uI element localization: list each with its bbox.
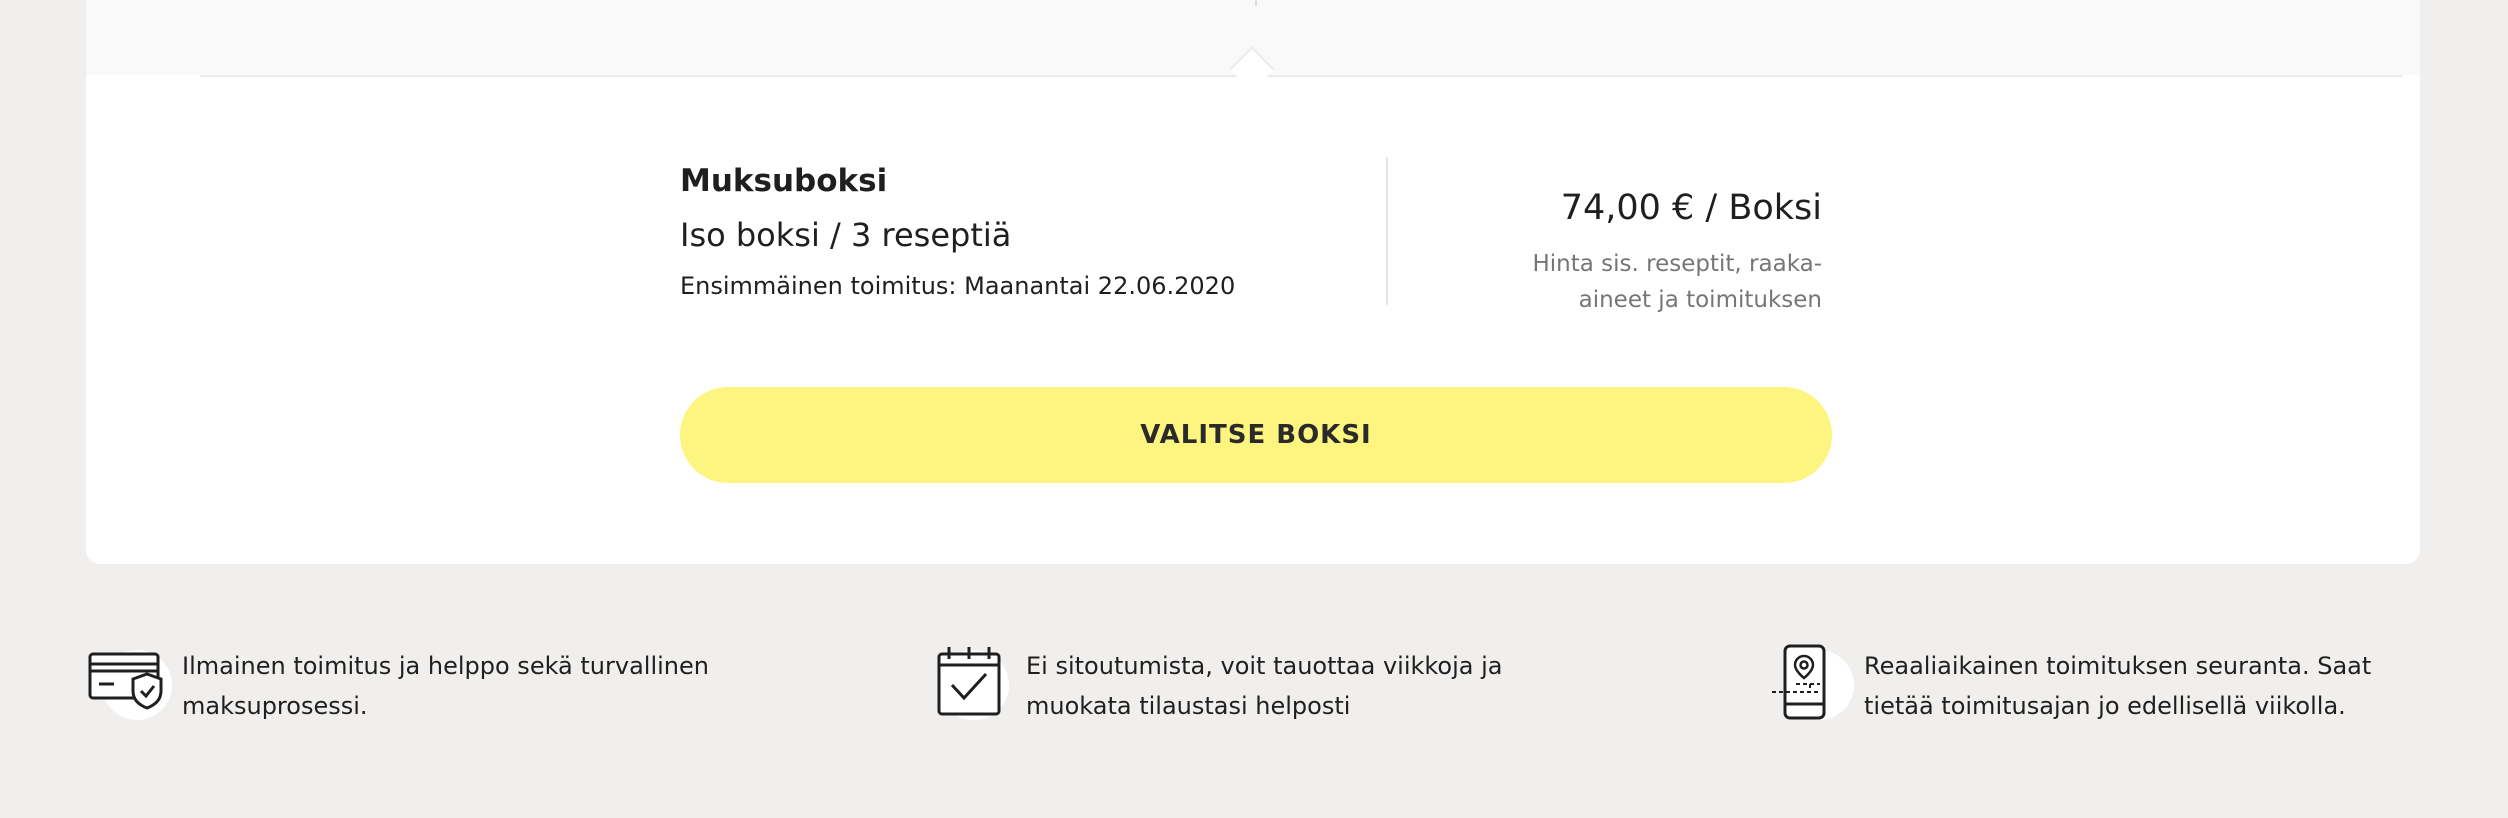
panel-separator-line bbox=[200, 75, 2402, 77]
feature-text-line: Reaaliaikainen toimituksen seuranta. Saa… bbox=[1864, 652, 2372, 680]
feature-text-line: Ei sitoutumista, voit tauottaa viikkoja … bbox=[1026, 652, 1503, 680]
feature-text-line: maksuprosessi. bbox=[182, 692, 368, 720]
panel-divider-tick bbox=[1255, 0, 1257, 6]
price-label: 74,00 € / Boksi bbox=[1560, 188, 1822, 228]
product-size: Iso boksi / 3 reseptiä bbox=[680, 216, 1012, 254]
product-name: Muksuboksi bbox=[680, 163, 888, 199]
credit-card-shield-icon bbox=[86, 640, 176, 730]
select-box-button[interactable]: VALITSE BOKSI bbox=[680, 387, 1832, 483]
product-card: Muksuboksi Iso boksi / 3 reseptiä Ensimm… bbox=[86, 0, 2420, 564]
price-note: Hinta sis. reseptit, raaka-aineet ja toi… bbox=[1532, 251, 1823, 313]
calendar-check-icon bbox=[934, 640, 1024, 730]
feature-free-delivery: Ilmainen toimitus ja helppo sekä turvall… bbox=[86, 640, 846, 730]
phone-location-icon bbox=[1768, 640, 1858, 730]
feature-text-line: muokata tilaustasi helposti bbox=[1026, 692, 1351, 720]
feature-realtime-tracking: Reaaliaikainen toimituksen seuranta. Saa… bbox=[1768, 640, 2468, 730]
vertical-divider bbox=[1386, 157, 1388, 305]
first-delivery-date: Ensimmäinen toimitus: Maanantai 22.06.20… bbox=[680, 272, 1236, 300]
feature-text-line: Ilmainen toimitus ja helppo sekä turvall… bbox=[182, 652, 709, 680]
feature-no-commitment: Ei sitoutumista, voit tauottaa viikkoja … bbox=[934, 640, 1694, 730]
feature-text-line: tietää toimitusajan jo edellisellä viiko… bbox=[1864, 692, 2346, 720]
